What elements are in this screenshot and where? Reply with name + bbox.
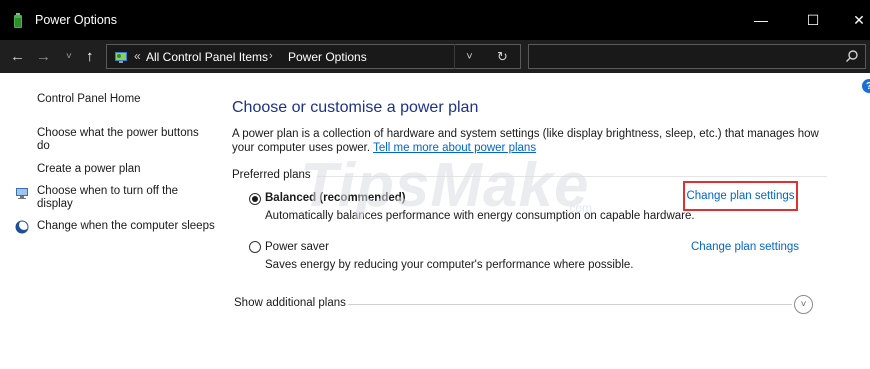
window-title: Power Options (35, 13, 117, 27)
address-dropdown-button[interactable]: ˅ (454, 44, 484, 69)
power-options-icon (14, 13, 22, 28)
page-title: Choose or customise a power plan (232, 99, 479, 116)
minimize-button[interactable]: — (738, 0, 784, 40)
power-saver-plan-radio[interactable] (249, 241, 261, 253)
preferred-plans-label: Preferred plans (232, 169, 311, 181)
change-balanced-plan-settings-link[interactable]: Change plan settings (683, 181, 798, 211)
title-bar: Power Options — ☐ ✕ (0, 0, 870, 40)
power-saver-plan-description: Saves energy by reducing your computer's… (265, 259, 634, 271)
breadcrumb-overflow[interactable]: « (134, 49, 141, 63)
sidebar-item-create-plan[interactable]: Create a power plan (37, 163, 141, 176)
address-bar[interactable]: « All Control Panel Items › Power Option… (106, 44, 521, 69)
navigation-bar: ← → ˅ ↑ « All Control Panel Items › Powe… (0, 40, 870, 73)
back-button[interactable]: ← (10, 47, 25, 67)
search-icon (846, 50, 858, 62)
sleep-icon (15, 220, 29, 234)
sidebar-item-computer-sleeps[interactable]: Change when the computer sleeps (37, 220, 215, 233)
breadcrumb-all-control-panel-items[interactable]: All Control Panel Items (146, 50, 268, 64)
main-content: Choose or customise a power plan A power… (215, 73, 870, 369)
control-panel-icon (115, 52, 127, 63)
sidebar-item-control-panel-home[interactable]: Control Panel Home (37, 93, 141, 106)
sidebar-item-power-buttons[interactable]: Choose what the power buttons do (37, 127, 207, 153)
intro-text: A power plan is a collection of hardware… (232, 127, 822, 155)
breadcrumb-arrow[interactable]: › (269, 50, 273, 62)
balanced-plan-description: Automatically balances performance with … (265, 210, 695, 222)
sidebar: Control Panel Home Choose what the power… (0, 73, 215, 369)
learn-more-link[interactable]: Tell me more about power plans (373, 142, 536, 154)
search-input[interactable] (528, 44, 866, 69)
show-additional-plans-label[interactable]: Show additional plans (234, 297, 346, 309)
close-button[interactable]: ✕ (836, 0, 870, 40)
recent-locations-button[interactable]: ˅ (66, 47, 72, 67)
section-divider (317, 176, 827, 177)
refresh-button[interactable]: ↻ (485, 45, 520, 68)
maximize-button[interactable]: ☐ (790, 0, 836, 40)
power-saver-plan-name[interactable]: Power saver (265, 241, 329, 253)
change-power-saver-settings-link[interactable]: Change plan settings (691, 241, 799, 253)
forward-button[interactable]: → (36, 47, 51, 67)
up-button[interactable]: ↑ (86, 47, 94, 67)
display-icon (16, 188, 28, 199)
breadcrumb-power-options[interactable]: Power Options (288, 50, 367, 64)
sidebar-item-turn-off-display[interactable]: Choose when to turn off the display (37, 185, 207, 211)
additional-plans-divider (348, 304, 792, 305)
balanced-plan-radio[interactable] (249, 193, 261, 205)
expand-chevron-icon[interactable]: ˅ (794, 295, 813, 314)
balanced-plan-name[interactable]: Balanced (recommended) (265, 192, 406, 204)
